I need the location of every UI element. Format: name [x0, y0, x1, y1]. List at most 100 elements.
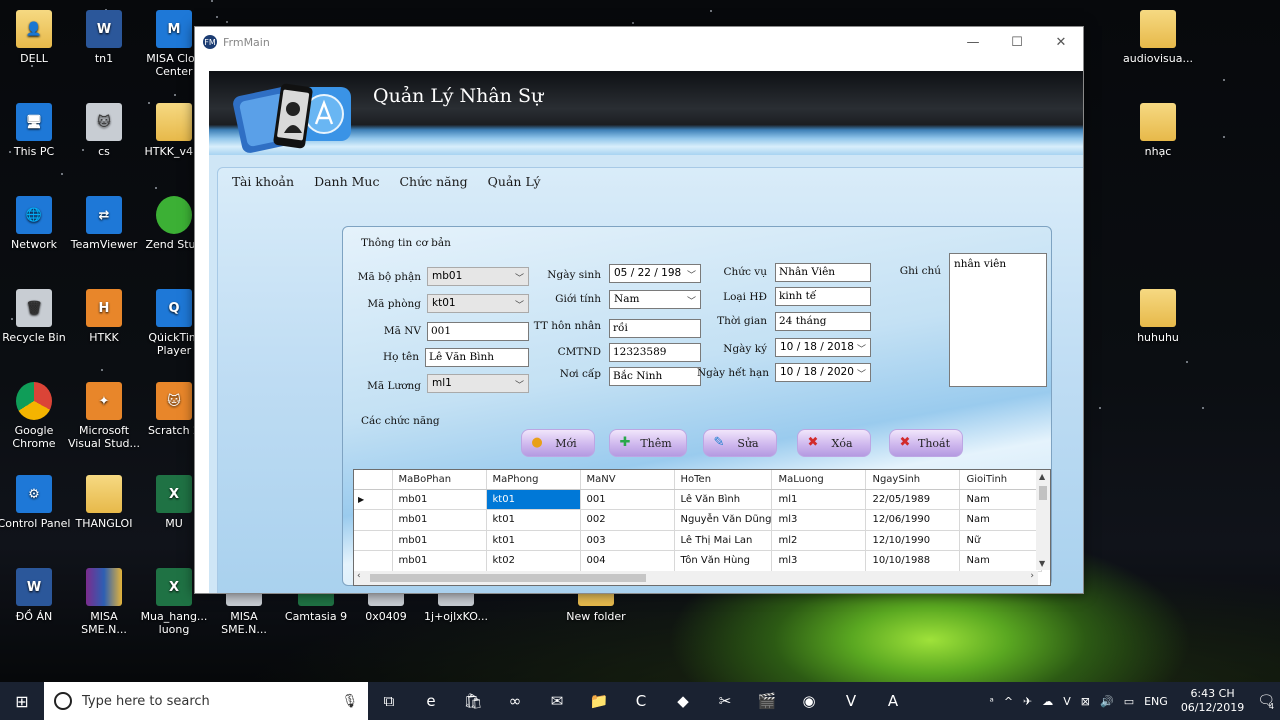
table-row[interactable]: ▶ mb01 kt01 001 Lê Văn Bình ml1 22/05/1989 Nam	[354, 489, 1043, 510]
taskbar-app-icon[interactable]: e	[410, 682, 452, 720]
desktop-icon[interactable]: Wtn1	[66, 10, 142, 65]
language-indicator[interactable]: ENG	[1144, 695, 1168, 708]
grid-cell[interactable]: mb01	[392, 550, 487, 572]
tray-icon[interactable]: ▭	[1124, 695, 1134, 708]
desktop-icon[interactable]: ⇄ TeamViewer	[66, 196, 142, 251]
ma-bo-phan-combo[interactable]: mb01 ﹀	[427, 267, 529, 286]
taskbar-app-icon[interactable]: V	[830, 682, 872, 720]
table-row[interactable]: mb01 kt01 003 Lê Thị Mai Lan ml2 12/10/1990 Nữ	[354, 530, 1043, 551]
menu-quan-ly[interactable]: Quản Lý	[488, 174, 541, 189]
grid-cell[interactable]: 004	[580, 550, 675, 572]
tray-icon[interactable]: ᵃ	[990, 695, 994, 708]
grid-column-header[interactable]: HoTen	[674, 470, 773, 490]
notification-center-icon[interactable]: 🗨 4	[1257, 693, 1275, 711]
loai-hd-input[interactable]: kinh tế	[775, 287, 871, 306]
moi-button[interactable]: ● Mới	[521, 429, 595, 457]
desktop-icon[interactable]: 🖥 This PC	[0, 103, 72, 158]
grid-cell[interactable]: Nữ	[959, 530, 1043, 551]
grid-column-header[interactable]: MaNV	[580, 470, 675, 490]
xoa-button[interactable]: ✖ Xóa	[797, 429, 871, 457]
ma-luong-combo[interactable]: ml1 ﹀	[427, 374, 529, 393]
taskbar-app-icon[interactable]: ✉	[536, 682, 578, 720]
grid-cell[interactable]: 002	[580, 509, 675, 531]
desktop-icon[interactable]: 👤 DELL	[0, 10, 72, 65]
grid-cell[interactable]: Lê Thị Mai Lan	[674, 530, 773, 551]
table-row[interactable]: mb01 kt02 004 Tôn Văn Hùng ml3 10/10/1988 Nam	[354, 550, 1043, 572]
grid-cell[interactable]: 003	[580, 530, 675, 551]
grid-cell[interactable]: ml3	[771, 550, 867, 572]
grid-cell[interactable]: 10/10/1988	[865, 550, 961, 572]
desktop-icon[interactable]: MISA SME.N...	[66, 568, 142, 636]
scroll-left-icon[interactable]: ‹	[357, 571, 361, 581]
tray-icon[interactable]: 🔊	[1100, 695, 1114, 708]
them-button[interactable]: ✚ Thêm	[609, 429, 687, 457]
menu-danh-muc[interactable]: Danh Muc	[314, 174, 379, 189]
chuc-vu-input[interactable]: Nhân Viên	[775, 263, 871, 282]
menu-tai-khoan[interactable]: Tài khoản	[232, 174, 294, 189]
desktop-icon[interactable]: audiovisua...	[1120, 10, 1196, 65]
scroll-down-icon[interactable]: ▼	[1039, 559, 1045, 568]
tray-icon[interactable]: ✈	[1023, 695, 1032, 708]
close-button[interactable]: ✕	[1039, 27, 1083, 57]
tray-icon[interactable]: ☁	[1042, 695, 1053, 708]
desktop-icon[interactable]: ⚙ Control Panel	[0, 475, 72, 530]
tray-icon[interactable]: ⊠	[1081, 695, 1090, 708]
scroll-thumb[interactable]	[1039, 486, 1047, 500]
grid-vertical-scrollbar[interactable]: ▲ ▼	[1036, 470, 1050, 570]
desktop-icon[interactable]: nhạc	[1120, 103, 1196, 158]
grid-cell[interactable]: ml3	[771, 509, 867, 531]
sua-button[interactable]: ✎ Sửa	[703, 429, 777, 457]
thoi-gian-input[interactable]: 24 tháng	[775, 312, 871, 331]
grid-cell[interactable]: Lê Văn Bình	[674, 489, 773, 510]
grid-cell[interactable]: Nam	[959, 509, 1043, 531]
ma-nv-input[interactable]: 001	[427, 322, 529, 341]
grid-cell[interactable]: kt01	[486, 509, 581, 531]
taskbar-app-icon[interactable]: 🛍	[452, 682, 494, 720]
tray-icon[interactable]: ^	[1004, 695, 1013, 708]
grid-horizontal-scrollbar[interactable]: ‹ ›	[354, 571, 1038, 585]
grid-cell[interactable]: mb01	[392, 509, 487, 531]
desktop-icon[interactable]: 🐱 cs	[66, 103, 142, 158]
grid-column-header[interactable]: MaLuong	[771, 470, 867, 490]
scroll-thumb[interactable]	[370, 574, 646, 582]
desktop-icon[interactable]: ✦ Microsoft Visual Stud...	[66, 382, 142, 450]
taskbar-app-icon[interactable]: C	[620, 682, 662, 720]
grid-cell[interactable]: ml2	[771, 530, 867, 551]
grid-cell[interactable]: kt01	[486, 489, 581, 510]
desktop-icon[interactable]: THANGLOI	[66, 475, 142, 530]
taskbar-app-icon[interactable]: 📁	[578, 682, 620, 720]
grid-cell[interactable]: mb01	[392, 530, 487, 551]
ngay-het-han-datepicker[interactable]: 10 / 18 / 2020 ﹀	[775, 363, 871, 382]
grid-cell[interactable]: mb01	[392, 489, 487, 510]
ghi-chu-textarea[interactable]: nhân viên	[949, 253, 1047, 387]
grid-cell[interactable]: Nguyễn Văn Dũng	[674, 509, 773, 531]
table-row[interactable]: mb01 kt01 002 Nguyễn Văn Dũng ml3 12/06/1990 N…	[354, 509, 1043, 531]
grid-cell[interactable]: 12/10/1990	[865, 530, 961, 551]
ma-phong-combo[interactable]: kt01 ﹀	[427, 294, 529, 313]
thoat-button[interactable]: ✖ Thoát	[889, 429, 963, 457]
scroll-up-icon[interactable]: ▲	[1039, 472, 1045, 481]
grid-cell[interactable]: 12/06/1990	[865, 509, 961, 531]
maximize-button[interactable]: ☐	[995, 27, 1039, 57]
taskbar-app-icon[interactable]: 🎬	[746, 682, 788, 720]
taskbar-clock[interactable]: 6:43 CH 06/12/2019	[1181, 687, 1244, 715]
taskbar-app-icon[interactable]: ◆	[662, 682, 704, 720]
menu-chuc-nang[interactable]: Chức năng	[399, 174, 467, 189]
ho-ten-input[interactable]: Lê Văn Bình	[425, 348, 529, 367]
grid-cell[interactable]: Nam	[959, 550, 1043, 572]
taskbar-app-icon[interactable]: A	[872, 682, 914, 720]
minimize-button[interactable]: —	[951, 27, 995, 57]
desktop-icon[interactable]: W ĐỒ ÁN	[0, 568, 72, 623]
window-titlebar[interactable]: FM FrmMain — ☐ ✕	[195, 27, 1083, 57]
grid-cell[interactable]: Nam	[959, 489, 1043, 510]
grid-cell[interactable]: ml1	[771, 489, 867, 510]
ngay-ky-datepicker[interactable]: 10 / 18 / 2018 ﹀	[775, 338, 871, 357]
grid-column-header[interactable]: MaPhong	[486, 470, 581, 490]
grid-cell[interactable]: kt01	[486, 530, 581, 551]
row-indicator[interactable]	[354, 530, 393, 551]
grid-column-header[interactable]: NgaySinh	[865, 470, 961, 490]
desktop-icon[interactable]: huhuhu	[1120, 289, 1196, 344]
row-indicator[interactable]: ▶	[354, 489, 393, 510]
row-indicator[interactable]	[354, 550, 393, 572]
grid-cell[interactable]: Tôn Văn Hùng	[674, 550, 773, 572]
